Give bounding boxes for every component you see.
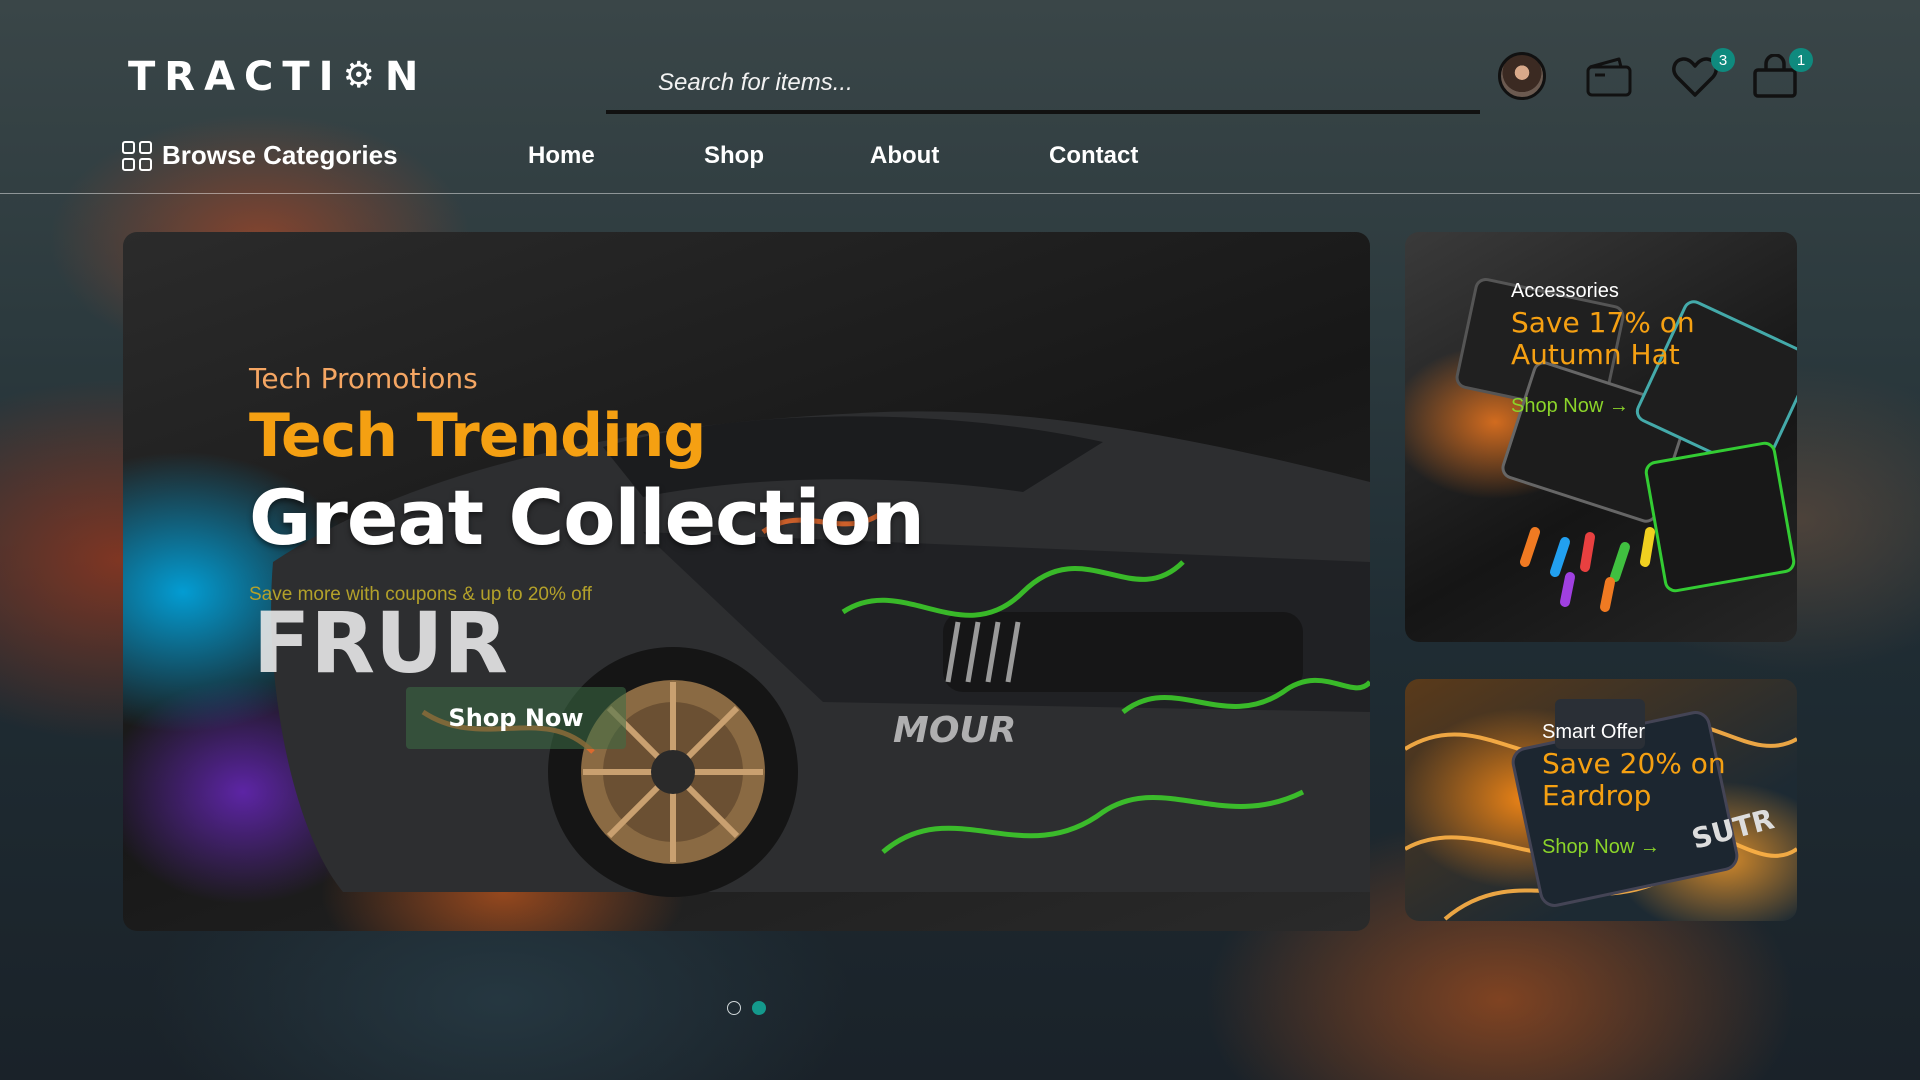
nav-link-about[interactable]: About <box>870 142 939 170</box>
promo-card-smart-offer[interactable]: SUTR Smart Offer Save 20% on Eardrop Sho… <box>1405 679 1797 921</box>
hero-subtitle: Tech Promotions <box>249 362 478 395</box>
card-subtitle: Accessories <box>1511 280 1619 302</box>
carousel-dot-2-active[interactable] <box>752 1001 766 1015</box>
cart-count-badge: 1 <box>1789 48 1813 72</box>
nav-link-shop[interactable]: Shop <box>704 142 764 170</box>
wallet-icon[interactable] <box>1584 52 1634 102</box>
card-shop-now-link[interactable]: Shop Now → <box>1542 836 1762 859</box>
gear-icon: ⚙ <box>342 55 375 96</box>
hero-title-line2: Great Collection <box>249 473 925 562</box>
search-input[interactable] <box>606 56 1480 110</box>
card-title: Save 17% on Autumn Hat <box>1511 306 1695 371</box>
wishlist-count-badge: 3 <box>1711 48 1735 72</box>
hero-banner: FRUR MOUR Tech Promotions Tech Trending … <box>123 232 1370 931</box>
logo-text-right: N <box>384 54 428 100</box>
hero-text: Tech Promotions Tech Trending Great Coll… <box>249 362 925 606</box>
site-header: TRACTI⚙N 3 1 Browse Categories Home Shop… <box>0 0 1920 194</box>
hero-title-line1: Tech Trending <box>249 401 706 471</box>
avatar[interactable] <box>1498 52 1546 100</box>
nav-link-contact[interactable]: Contact <box>1049 142 1138 170</box>
nav-link-home[interactable]: Home <box>528 142 595 170</box>
browse-categories-label: Browse Categories <box>162 140 398 170</box>
card-title: Save 20% on Eardrop <box>1542 747 1726 812</box>
browse-categories-button[interactable]: Browse Categories <box>122 140 398 171</box>
card-subtitle: Smart Offer <box>1542 721 1645 743</box>
promo-card-accessories[interactable]: Accessories Save 17% on Autumn Hat Shop … <box>1405 232 1797 642</box>
card-shop-now-link[interactable]: Shop Now → <box>1511 395 1711 418</box>
grid-icon <box>122 140 152 171</box>
search-bar <box>606 56 1480 114</box>
svg-text:MOUR: MOUR <box>893 710 1016 751</box>
hero-shop-now-button[interactable]: Shop Now <box>406 687 626 749</box>
carousel-dot-1[interactable] <box>727 1001 741 1015</box>
logo-text-left: TRACTI <box>128 54 343 100</box>
logo[interactable]: TRACTI⚙ N <box>128 54 427 100</box>
hero-description: Save more with coupons & up to 20% off <box>249 584 592 605</box>
svg-text:FRUR: FRUR <box>253 594 508 692</box>
card-text: Accessories Save 17% on Autumn Hat Shop … <box>1511 280 1711 418</box>
card-text: Smart Offer Save 20% on Eardrop Shop Now… <box>1542 721 1762 859</box>
